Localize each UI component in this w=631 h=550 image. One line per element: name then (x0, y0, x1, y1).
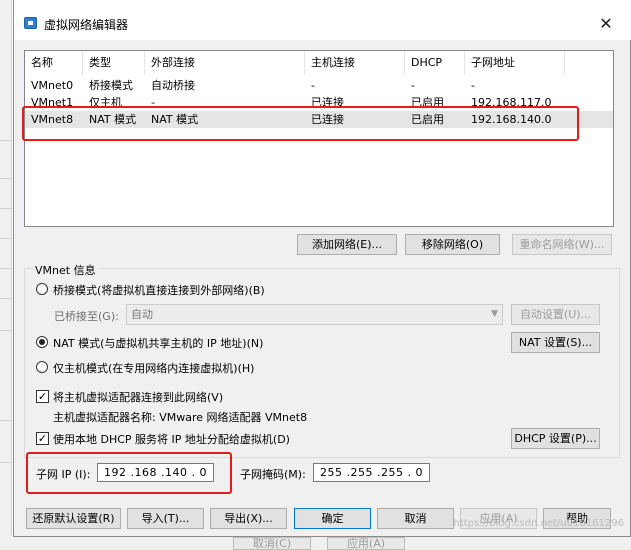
bridged-to-select[interactable]: 自动 ▼ (126, 304, 503, 325)
cell-external: 自动桥接 (151, 79, 195, 92)
column-header-type[interactable]: 类型 (83, 51, 145, 75)
add-network-button[interactable]: 添加网络(E)... (297, 234, 397, 255)
column-header-external[interactable]: 外部连接 (145, 51, 305, 75)
dhcp-settings-button[interactable]: DHCP 设置(P)... (511, 428, 600, 449)
import-button[interactable]: 导入(T)... (127, 508, 204, 529)
rename-network-button[interactable]: 重命名网络(W)... (512, 234, 612, 255)
cell-dhcp: - (411, 79, 415, 92)
bridged-to-value: 自动 (131, 308, 153, 321)
watermark: https://blog.csdn.net/u010161296 (453, 518, 624, 529)
subnet-mask-input[interactable]: 255 .255 .255 . 0 (313, 463, 430, 482)
column-header-dhcp[interactable]: DHCP (405, 51, 465, 75)
column-header-name[interactable]: 名称 (25, 51, 83, 75)
background-apply-button: 应用(A) (327, 537, 405, 550)
hostonly-label: 仅主机模式(在专用网络内连接虚拟机)(H) (53, 362, 255, 375)
dhcp-label: 使用本地 DHCP 服务将 IP 地址分配给虚拟机(D) (53, 433, 290, 446)
bridged-to-label: 已桥接至(G): (54, 310, 119, 323)
highlight-box-vmnet8 (22, 106, 579, 141)
hostonly-radio[interactable] (36, 361, 48, 373)
cell-type: 桥接模式 (89, 79, 133, 92)
cancel-button[interactable]: 取消 (377, 508, 454, 529)
dialog-title: 虚拟网络编辑器 (44, 18, 129, 32)
ok-button[interactable]: 确定 (294, 508, 371, 529)
virtual-network-editor-dialog: 虚拟网络编辑器 ✕ 名称 类型 外部连接 主机连接 DHCP 子网地址 VMne… (13, 0, 631, 537)
close-icon[interactable]: ✕ (596, 14, 616, 34)
list-header: 名称 类型 外部连接 主机连接 DHCP 子网地址 (25, 51, 613, 75)
cell-subnet: - (471, 79, 475, 92)
remove-network-button[interactable]: 移除网络(O) (405, 234, 500, 255)
restore-defaults-button[interactable]: 还原默认设置(R) (26, 508, 121, 529)
column-header-subnet[interactable]: 子网地址 (465, 51, 565, 75)
dhcp-checkbox[interactable]: ✓ (36, 432, 49, 445)
chevron-down-icon: ▼ (491, 309, 498, 319)
column-header-host[interactable]: 主机连接 (305, 51, 405, 75)
background-window-edge (0, 0, 12, 550)
connect-adapter-label: 将主机虚拟适配器连接到此网络(V) (53, 391, 224, 404)
highlight-box-subnet-ip (26, 452, 232, 494)
bridged-label: 桥接模式(将虚拟机直接连接到外部网络)(B) (53, 284, 265, 297)
connect-adapter-checkbox[interactable]: ✓ (36, 390, 49, 403)
title-bar: 虚拟网络编辑器 ✕ (14, 0, 631, 40)
cell-host: - (311, 79, 315, 92)
app-icon (24, 17, 37, 29)
nat-label: NAT 模式(与虚拟机共享主机的 IP 地址)(N) (53, 337, 264, 350)
table-row[interactable]: VMnet0 桥接模式 自动桥接 - - - (25, 77, 613, 94)
nat-settings-button[interactable]: NAT 设置(S)... (511, 332, 600, 353)
cell-name: VMnet0 (31, 79, 74, 92)
nat-radio[interactable] (36, 336, 48, 348)
adapter-name-label: 主机虚拟适配器名称: VMware 网络适配器 VMnet8 (53, 411, 308, 424)
background-cancel-button: 取消(C) (233, 537, 311, 550)
vmnet-info-title: VMnet 信息 (33, 262, 98, 278)
bridged-radio[interactable] (36, 283, 48, 295)
auto-settings-button[interactable]: 自动设置(U)... (511, 304, 600, 325)
export-button[interactable]: 导出(X)... (210, 508, 287, 529)
subnet-mask-label: 子网掩码(M): (240, 468, 306, 481)
background-window-bottom (0, 535, 631, 550)
